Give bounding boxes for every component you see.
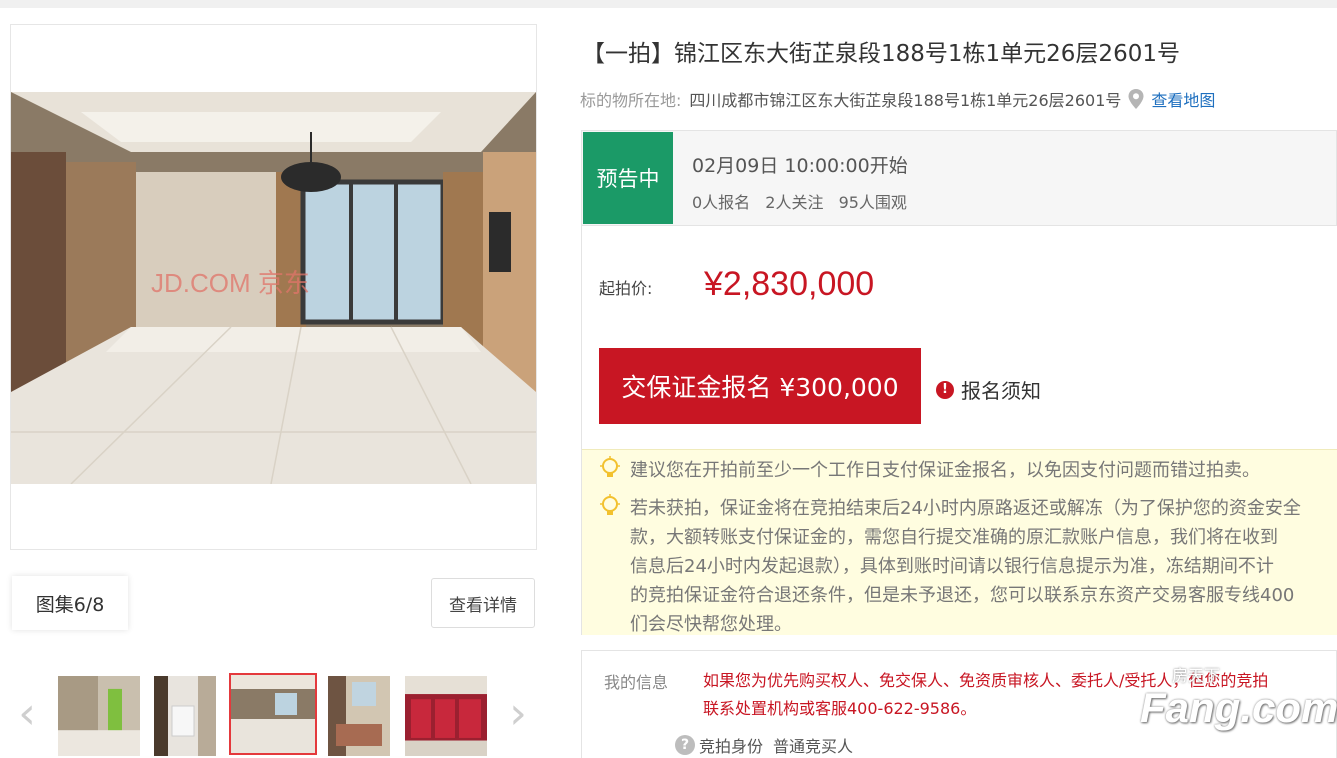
thumbnail-5[interactable] bbox=[405, 676, 487, 756]
starting-price-label: 起拍价: bbox=[599, 279, 653, 298]
address-value: 四川成都市锦江区东大街芷泉段188号1栋1单元26层2601号 bbox=[689, 91, 1122, 110]
bidder-identity: ? 竞拍身份 普通竞买人 bbox=[675, 733, 853, 757]
address-label: 标的物所在地: bbox=[580, 91, 682, 110]
exclamation-icon: ! bbox=[936, 380, 954, 399]
watermark-logo-text: Fang.com bbox=[1140, 684, 1337, 731]
tip-item: 建议您在开拍前至少一个工作日支付保证金报名，以免因支付问题而错过拍卖。 bbox=[598, 456, 1337, 485]
main-photo-frame: JD.COM 京东 bbox=[10, 24, 537, 550]
status-badge: 预告中 bbox=[583, 132, 673, 224]
lightbulb-icon bbox=[598, 456, 622, 482]
identity-value: 普通竞买人 bbox=[773, 737, 854, 756]
start-time: 02月09日 10:00:00开始 bbox=[692, 155, 908, 177]
lightbulb-icon bbox=[598, 494, 622, 520]
view-map-link[interactable]: 查看地图 bbox=[1151, 87, 1215, 111]
main-photo[interactable]: JD.COM 京东 bbox=[11, 92, 536, 484]
chevron-right-icon[interactable]: › bbox=[503, 692, 533, 736]
price-panel: 起拍价: ¥2,830,000 交保证金报名 ¥300,000 ! 报名须知 建… bbox=[581, 225, 1337, 635]
deposit-tips: 建议您在开拍前至少一个工作日支付保证金报名，以免因支付问题而错过拍卖。 若未获拍… bbox=[582, 449, 1337, 635]
address-row: 标的物所在地: 四川成都市锦江区东大街芷泉段188号1栋1单元26层2601号 … bbox=[580, 87, 1215, 111]
my-info-label: 我的信息 bbox=[604, 673, 669, 692]
fang-watermark: 房天下 Fang.com bbox=[1140, 662, 1337, 742]
follow-count: 2人关注 bbox=[765, 193, 824, 212]
view-details-button[interactable]: 查看详情 bbox=[431, 578, 535, 628]
tip-item: 若未获拍，保证金将在竞拍结束后24小时内原路返还或解冻（为了保护您的资金安全 款… bbox=[598, 494, 1337, 635]
thumbnail-2[interactable] bbox=[154, 676, 216, 756]
chevron-left-icon[interactable]: ‹ bbox=[12, 692, 42, 736]
auction-stats: 0人报名 2人关注 95人围观 bbox=[692, 189, 917, 213]
auction-status-box: 预告中 02月09日 10:00:00开始 0人报名 2人关注 95人围观 bbox=[581, 130, 1337, 226]
thumbnail-3[interactable] bbox=[229, 673, 317, 755]
map-pin-icon bbox=[1127, 88, 1145, 110]
signup-notice-link[interactable]: ! 报名须知 bbox=[936, 375, 1041, 404]
gallery-counter: 图集6/8 bbox=[12, 576, 128, 630]
identity-label: 竞拍身份 bbox=[699, 737, 764, 756]
listing-title: 【一拍】锦江区东大街芷泉段188号1栋1单元26层2601号 bbox=[582, 41, 1180, 67]
view-count: 95人围观 bbox=[838, 193, 907, 212]
starting-price-value: ¥2,830,000 bbox=[704, 265, 875, 303]
signup-notice-label: 报名须知 bbox=[961, 379, 1041, 403]
watermark-small-text: 房天下 bbox=[1172, 666, 1221, 685]
thumbnail-1[interactable] bbox=[58, 676, 140, 756]
tip-text: 若未获拍，保证金将在竞拍结束后24小时内原路返还或解冻（为了保护您的资金安全 款… bbox=[630, 498, 1301, 635]
signup-count: 0人报名 bbox=[692, 193, 751, 212]
question-mark-icon[interactable]: ? bbox=[675, 735, 695, 755]
tip-text: 建议您在开拍前至少一个工作日支付保证金报名，以免因支付问题而错过拍卖。 bbox=[630, 460, 1260, 481]
pay-deposit-button[interactable]: 交保证金报名 ¥300,000 bbox=[599, 348, 921, 424]
photo-watermark: JD.COM 京东 bbox=[151, 268, 310, 298]
top-bar bbox=[0, 0, 1337, 8]
thumbnail-4[interactable] bbox=[328, 676, 390, 756]
